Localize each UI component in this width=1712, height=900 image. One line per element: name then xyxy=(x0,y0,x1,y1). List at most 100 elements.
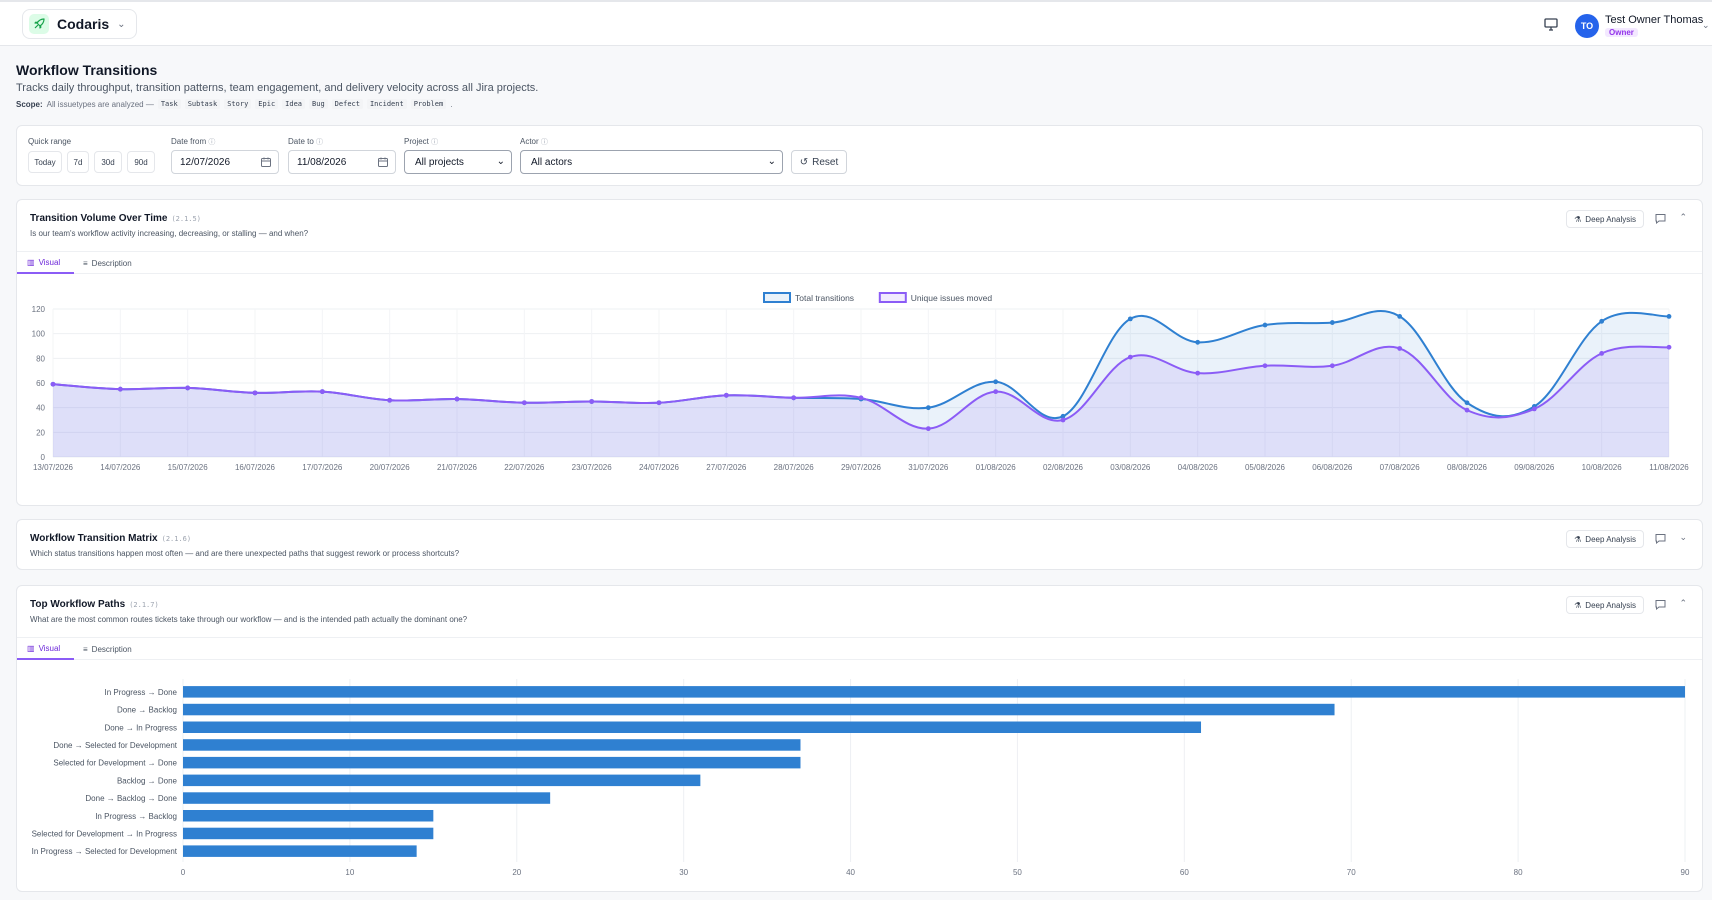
date-from-value: 12/07/2026 xyxy=(180,156,231,168)
bar xyxy=(183,703,1335,716)
text-lines-icon: ≡ xyxy=(83,258,88,268)
calendar-icon[interactable] xyxy=(378,157,388,167)
reset-icon: ↺ xyxy=(799,156,809,168)
x-tick-label: 07/08/2026 xyxy=(1380,463,1421,472)
comment-icon[interactable] xyxy=(1655,533,1666,544)
tab-description[interactable]: ≡ Description xyxy=(83,252,132,274)
data-point xyxy=(1531,406,1537,412)
category-label: Selected for Development → In Progress xyxy=(32,829,177,838)
card-code: (2.1.7) xyxy=(129,601,159,609)
info-icon: ⓘ xyxy=(431,139,439,146)
chevron-down-icon[interactable]: ⌄ xyxy=(1679,532,1687,543)
transition-matrix-card: Workflow Transition Matrix (2.1.6) Which … xyxy=(16,519,1703,570)
y-tick-label: 20 xyxy=(36,428,45,437)
bar xyxy=(183,810,434,822)
bar-chart-icon: ▥ xyxy=(27,257,35,267)
x-tick-label: 09/08/2026 xyxy=(1514,463,1555,472)
data-point xyxy=(993,389,999,395)
chevron-down-icon[interactable]: ⌄ xyxy=(1702,20,1710,31)
data-point xyxy=(1599,351,1605,356)
info-icon: ⓘ xyxy=(208,139,216,146)
issue-type-tag: Problem xyxy=(410,99,447,109)
date-to-input[interactable]: 11/08/2026 xyxy=(288,150,396,174)
data-point xyxy=(252,390,258,396)
avatar[interactable]: TO xyxy=(1575,14,1599,38)
issue-type-tag: Bug xyxy=(309,99,328,109)
data-point xyxy=(1397,314,1403,319)
data-point xyxy=(1329,320,1335,325)
category-label: Selected for Development → Done xyxy=(53,759,177,768)
workspace-switcher[interactable]: Codaris ⌄ xyxy=(22,9,137,39)
data-point xyxy=(1464,400,1470,406)
scope-end: . xyxy=(450,99,453,109)
rocket-icon xyxy=(29,14,49,34)
data-point xyxy=(858,395,864,401)
issue-type-tag: Story xyxy=(224,99,252,109)
x-tick-label: 22/07/2026 xyxy=(504,463,545,472)
tab-visual[interactable]: ▥ Visual xyxy=(17,638,74,660)
x-tick-label: 40 xyxy=(846,868,855,877)
top-workflow-paths-card: Top Workflow Paths (2.1.7) What are the m… xyxy=(16,585,1703,892)
x-tick-label: 90 xyxy=(1681,868,1690,877)
x-tick-label: 11/08/2026 xyxy=(1649,463,1689,472)
bar xyxy=(183,774,701,787)
x-tick-label: 28/07/2026 xyxy=(774,463,815,472)
tab-description[interactable]: ≡ Description xyxy=(83,638,132,660)
x-tick-label: 70 xyxy=(1347,868,1356,877)
data-point xyxy=(1127,316,1133,322)
x-tick-label: 08/08/2026 xyxy=(1447,463,1488,472)
project-select[interactable]: All projects ⌄ xyxy=(404,150,512,174)
text-lines-icon: ≡ xyxy=(83,644,88,654)
data-point xyxy=(925,405,931,411)
data-point xyxy=(319,389,325,395)
x-tick-label: 27/07/2026 xyxy=(706,463,747,472)
data-point xyxy=(656,400,662,406)
top-workflow-paths-chart: 0 10 20 30 40 50 60 70 80 90 In Progress → Done Don… xyxy=(32,679,1690,877)
data-point xyxy=(925,426,931,432)
data-point xyxy=(723,392,729,398)
category-label: Done → Backlog xyxy=(117,706,177,715)
data-point xyxy=(1195,339,1201,345)
quick-range-7d-button[interactable]: 7d xyxy=(67,151,89,173)
deep-analysis-button[interactable]: ⚗ Deep Analysis xyxy=(1566,596,1644,614)
date-to-label: Date to ⓘ xyxy=(288,137,324,146)
chevron-down-icon: ⌄ xyxy=(767,156,776,167)
flask-icon: ⚗ xyxy=(1574,600,1582,610)
actor-label: Actor ⓘ xyxy=(520,137,548,146)
flask-icon: ⚗ xyxy=(1574,214,1582,224)
y-tick-label: 0 xyxy=(41,453,46,462)
issue-type-tag: Incident xyxy=(366,99,407,109)
data-point xyxy=(1262,322,1268,328)
tab-visual[interactable]: ▥ Visual xyxy=(17,252,74,274)
data-point xyxy=(117,386,123,392)
x-tick-label: 30 xyxy=(679,868,688,877)
comment-icon[interactable] xyxy=(1655,213,1666,224)
chevron-up-icon[interactable]: ⌃ xyxy=(1679,598,1687,609)
transition-volume-chart: 0 20 40 60 80 100 120 13/07/2026 14/07/2026 15/07… xyxy=(32,292,1689,472)
reset-button[interactable]: ↺ Reset xyxy=(791,150,847,174)
user-name[interactable]: Test Owner Thomas xyxy=(1605,14,1703,26)
quick-range-today-button[interactable]: Today xyxy=(28,151,62,173)
quick-range-30d-button[interactable]: 30d xyxy=(94,151,122,173)
deep-analysis-button[interactable]: ⚗ Deep Analysis xyxy=(1566,210,1644,228)
date-from-input[interactable]: 12/07/2026 xyxy=(171,150,279,174)
category-label: In Progress → Done xyxy=(105,688,178,697)
card-title: Workflow Transition Matrix (2.1.6) xyxy=(30,533,192,544)
x-tick-label: 60 xyxy=(1180,868,1189,877)
scope-label: Scope: xyxy=(16,99,43,109)
monitor-icon[interactable] xyxy=(1543,17,1559,31)
category-label: Done → Backlog → Done xyxy=(85,794,177,803)
y-tick-label: 120 xyxy=(32,305,46,314)
calendar-icon[interactable] xyxy=(261,157,271,167)
comment-icon[interactable] xyxy=(1655,599,1666,610)
flask-icon: ⚗ xyxy=(1574,534,1582,544)
quick-range-90d-button[interactable]: 90d xyxy=(127,151,155,173)
card-question: Is our team's workflow activity increasi… xyxy=(30,229,309,238)
category-label: In Progress → Selected for Development xyxy=(32,847,178,856)
x-tick-label: 16/07/2026 xyxy=(235,463,276,472)
actor-select[interactable]: All actors ⌄ xyxy=(520,150,783,174)
issue-type-tag: Task xyxy=(157,99,181,109)
data-point xyxy=(1127,354,1133,360)
deep-analysis-button[interactable]: ⚗ Deep Analysis xyxy=(1566,530,1644,548)
chevron-up-icon[interactable]: ⌃ xyxy=(1679,212,1687,223)
